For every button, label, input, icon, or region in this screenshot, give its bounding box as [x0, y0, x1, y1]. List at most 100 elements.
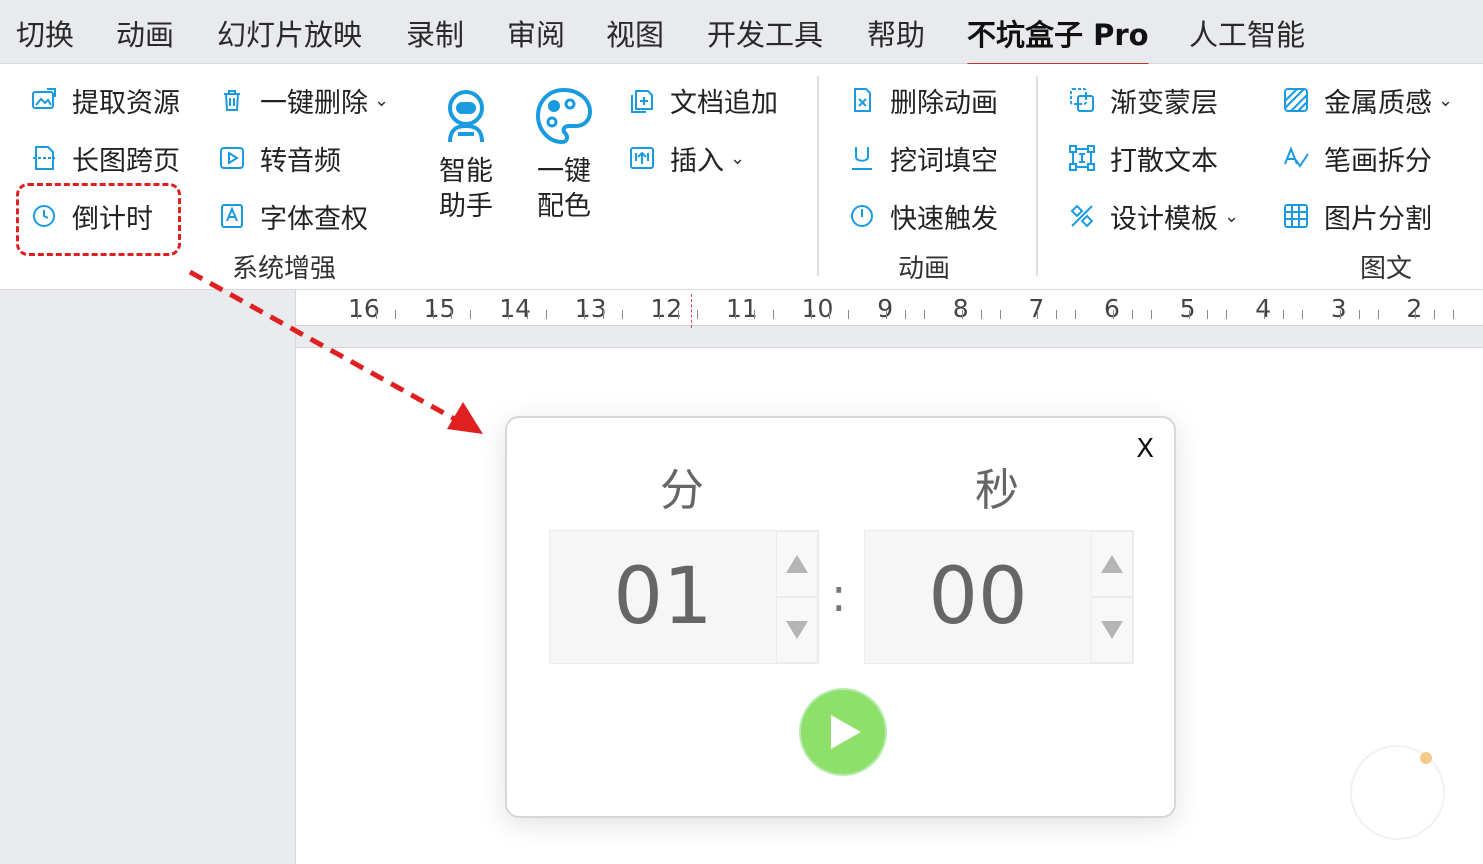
group-label-animation: 动画 — [898, 254, 951, 284]
delete-animation-button[interactable]: 删除动画 — [848, 80, 998, 120]
minutes-decrement-button[interactable] — [776, 597, 818, 663]
font-check-label: 字体查权 — [260, 203, 368, 235]
tab-bukeng-pro[interactable]: 不坑盒子 Pro — [967, 12, 1149, 66]
close-button[interactable]: X — [1136, 434, 1154, 464]
one-key-color-button[interactable]: 一键 配色 — [532, 84, 596, 224]
ruler-tick — [527, 310, 528, 319]
one-key-delete-label: 一键删除 — [260, 87, 368, 119]
doc-append-icon — [631, 90, 653, 113]
ruler-tick — [602, 310, 604, 319]
ruler-tick — [1283, 310, 1284, 319]
tab-ai[interactable]: 人工智能 — [1189, 12, 1305, 54]
ruler-tick — [1037, 310, 1039, 319]
ruler-tick — [829, 310, 831, 319]
doc-append-button[interactable]: 文档追加 — [628, 80, 778, 120]
slide-thumbnail-panel[interactable] — [0, 290, 296, 864]
ruler-tick — [451, 310, 453, 319]
long-image-button[interactable]: 长图跨页 — [30, 138, 180, 178]
tab-transition[interactable]: 切换 — [16, 12, 74, 54]
ruler-tick — [356, 310, 358, 319]
seconds-value: 00 — [928, 552, 1028, 642]
image-split-button[interactable]: 图片分割 — [1282, 196, 1432, 236]
ruler-tick — [1358, 310, 1360, 319]
to-audio-button[interactable]: 转音频 — [218, 138, 341, 178]
grid-icon — [1284, 204, 1308, 228]
ruler-tick — [923, 310, 925, 319]
menu-bar: 切换 动画 幻灯片放映 录制 审阅 视图 开发工具 帮助 不坑盒子 Pro 人工… — [0, 0, 1483, 66]
to-audio-label: 转音频 — [260, 145, 341, 177]
insert-button[interactable]: 插入 ⌄ — [628, 138, 745, 178]
robot-assistant-icon — [448, 90, 484, 143]
ruler-tick — [886, 310, 888, 319]
metal-texture-label: 金属质感 — [1324, 87, 1432, 119]
minutes-increment-button[interactable] — [776, 531, 818, 597]
ruler-tick — [583, 310, 585, 319]
quick-trigger-label: 快速触发 — [890, 203, 998, 235]
tab-record[interactable]: 录制 — [406, 12, 464, 54]
image-split-label: 图片分割 — [1324, 203, 1432, 235]
ruler-tick — [1339, 310, 1341, 319]
tab-view[interactable]: 视图 — [606, 12, 664, 54]
seconds-decrement-button[interactable] — [1091, 597, 1133, 663]
seconds-field[interactable]: 00 — [864, 530, 1134, 664]
underline-icon — [852, 147, 872, 170]
ruler-tick — [375, 310, 377, 319]
chevron-down-icon: ⌄ — [374, 89, 390, 111]
minutes-header: 分 — [660, 465, 704, 516]
ruler-tick — [432, 310, 434, 319]
ruler-tick — [980, 310, 982, 319]
gradient-mask-label: 渐变蒙层 — [1110, 87, 1218, 119]
stroke-split-button[interactable]: 笔画拆分 — [1282, 138, 1432, 178]
chevron-down-icon: ⌄ — [730, 147, 746, 169]
ruler-tick — [1075, 310, 1077, 319]
ruler-tick — [394, 310, 396, 319]
ruler-tick — [753, 310, 755, 319]
ruler-tick — [1301, 310, 1303, 319]
extract-resources-button[interactable]: 提取资源 — [30, 80, 180, 120]
seconds-increment-button[interactable] — [1091, 531, 1133, 597]
start-button[interactable] — [799, 688, 887, 776]
smart-assistant-button[interactable]: 智能 助手 — [434, 84, 498, 224]
minutes-field[interactable]: 01 — [549, 530, 819, 664]
tab-help[interactable]: 帮助 — [867, 12, 925, 54]
play-icon — [831, 715, 861, 749]
minutes-value: 01 — [613, 552, 713, 642]
horizontal-ruler: 16 15 14 13 12 11 10 9 8 7 6 5 4 3 2 — [296, 290, 1483, 326]
ruler-tick — [905, 310, 906, 319]
ruler-tick — [1226, 310, 1228, 319]
scatter-text-button[interactable]: 打散文本 — [1068, 138, 1218, 178]
doc-append-label: 文档追加 — [670, 87, 778, 119]
ruler-tick — [508, 310, 510, 319]
extract-resources-label: 提取资源 — [72, 87, 180, 119]
gradient-mask-button[interactable]: 渐变蒙层 — [1068, 80, 1218, 120]
fill-blank-button[interactable]: 挖词填空 — [848, 138, 998, 178]
ruler-tick — [1264, 310, 1266, 319]
insert-icon — [630, 147, 654, 169]
delete-animation-icon — [854, 88, 871, 112]
ruler-tick — [1112, 310, 1114, 319]
tab-review[interactable]: 审阅 — [507, 12, 565, 54]
metal-texture-button[interactable]: 金属质感 ⌄ — [1282, 80, 1453, 120]
metal-texture-icon — [1284, 88, 1308, 112]
ruler-tick — [678, 310, 680, 319]
insert-label: 插入 — [670, 145, 724, 177]
stroke-split-label: 笔画拆分 — [1324, 145, 1432, 177]
ruler-tick — [470, 310, 472, 319]
ruler-tick — [772, 310, 774, 319]
tab-developer[interactable]: 开发工具 — [707, 12, 823, 54]
group-separator — [817, 76, 819, 276]
chevron-down-icon: ⌄ — [1438, 89, 1454, 111]
trash-icon — [224, 90, 240, 111]
gradient-mask-icon — [1070, 88, 1094, 112]
ruler-position-marker — [691, 294, 692, 328]
tab-slideshow[interactable]: 幻灯片放映 — [217, 12, 362, 54]
font-icon — [221, 204, 243, 228]
design-template-button[interactable]: 设计模板 ⌄ — [1068, 196, 1239, 236]
tab-animation[interactable]: 动画 — [116, 12, 174, 54]
quick-trigger-button[interactable]: 快速触发 — [848, 196, 998, 236]
font-check-button[interactable]: 字体查权 — [218, 196, 368, 236]
fill-blank-label: 挖词填空 — [890, 145, 998, 177]
ruler-tick — [1453, 310, 1455, 319]
design-tools-icon — [1070, 204, 1094, 228]
one-key-delete-button[interactable]: 一键删除 ⌄ — [218, 80, 389, 120]
